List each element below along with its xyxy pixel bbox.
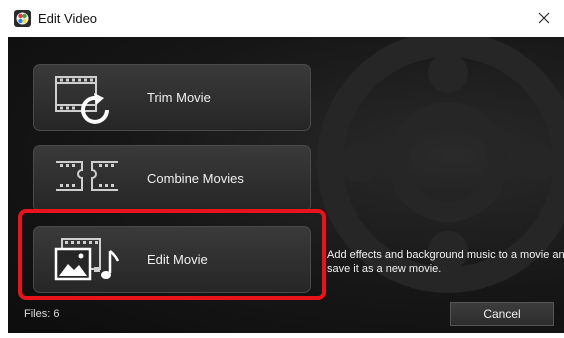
app-icon [14,10,31,27]
film-reel-background-icon [317,37,564,293]
window-title: Edit Video [38,11,98,26]
close-icon [538,12,550,24]
close-button[interactable] [524,0,564,36]
combine-movies-label: Combine Movies [147,171,244,186]
description-line-1: Add effects and background music to a mo… [327,249,564,261]
trim-movie-label: Trim Movie [147,90,211,105]
description-line-2: save it as a new movie. [327,263,442,275]
edit-video-dialog: Edit Video Trim Movie Combine Movies Edi… [0,0,564,338]
dialog-content: Trim Movie Combine Movies Edit Movie Add… [8,37,564,333]
trim-movie-icon [55,76,109,124]
combine-movies-button[interactable]: Combine Movies [33,145,311,212]
trim-movie-button[interactable]: Trim Movie [33,64,311,131]
title-bar: Edit Video [0,0,564,37]
files-count: Files: 6 [24,308,60,320]
combine-movies-icon [56,161,118,191]
cancel-button[interactable]: Cancel [450,302,554,326]
selection-highlight [18,209,326,300]
option-description: Add effects and background music to a mo… [327,248,564,276]
